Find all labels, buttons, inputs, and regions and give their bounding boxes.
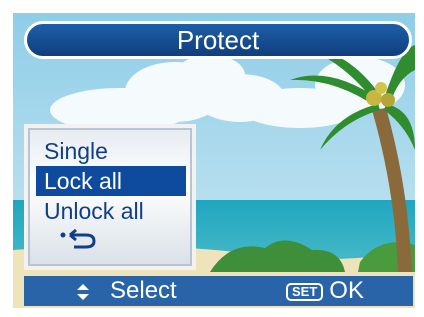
return-icon xyxy=(60,228,96,249)
title-bar: Protect xyxy=(24,21,412,59)
menu-item-back[interactable] xyxy=(36,226,186,256)
set-button-badge: SET xyxy=(286,282,324,301)
ok-hint: SET OK xyxy=(286,276,364,306)
page-title: Protect xyxy=(176,25,260,55)
menu-item-lock-all[interactable]: Lock all xyxy=(36,166,186,196)
status-bar: Select SET OK xyxy=(24,276,413,306)
menu-item-single[interactable]: Single xyxy=(36,136,186,166)
menu-list: Single Lock all Unlock all xyxy=(36,136,186,256)
ok-label: OK xyxy=(329,277,364,304)
select-hint: Select xyxy=(76,276,177,306)
protect-menu: Single Lock all Unlock all xyxy=(24,124,196,270)
camera-screen: Protect Single Lock all Unlock all Selec… xyxy=(0,0,424,317)
up-down-arrow-icon xyxy=(77,283,89,300)
select-label: Select xyxy=(110,277,177,304)
menu-item-unlock-all[interactable]: Unlock all xyxy=(36,196,186,226)
